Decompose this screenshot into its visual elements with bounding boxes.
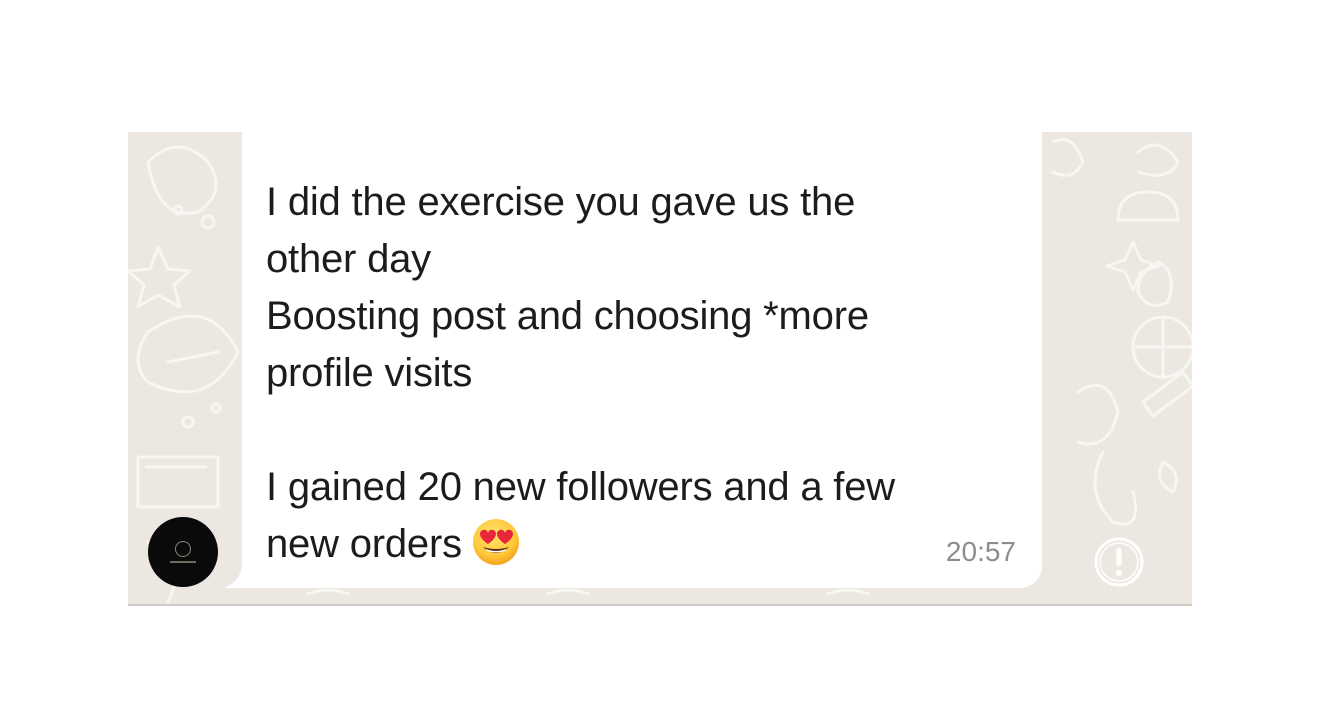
message-line-blank [266, 402, 986, 459]
bubble-tail [224, 558, 260, 588]
message-timestamp: 20:57 [945, 536, 1016, 567]
message-line: Boosting post and choosing *more [266, 294, 869, 338]
message-line: I did the exercise you gave us the [266, 180, 856, 224]
message-line: I gained 20 new followers and a few [266, 465, 895, 509]
message-line: other day [266, 237, 431, 281]
message-line-last: new orders [266, 516, 986, 582]
panel-bottom-divider [128, 604, 1192, 606]
exclamation-circle-icon[interactable] [1093, 536, 1145, 588]
sender-avatar[interactable] [148, 517, 218, 587]
message-bubble[interactable]: I did the exercise you gave us the other… [242, 132, 1042, 588]
message-text: I did the exercise you gave us the other… [266, 174, 986, 582]
brand-logo-text-mark [170, 561, 196, 563]
message-line: profile visits [266, 351, 473, 395]
message-line-text: new orders [266, 522, 462, 566]
brand-logo-icon [175, 541, 191, 557]
chat-panel: I did the exercise you gave us the other… [128, 132, 1192, 606]
heart-eyes-emoji-icon [472, 518, 520, 582]
